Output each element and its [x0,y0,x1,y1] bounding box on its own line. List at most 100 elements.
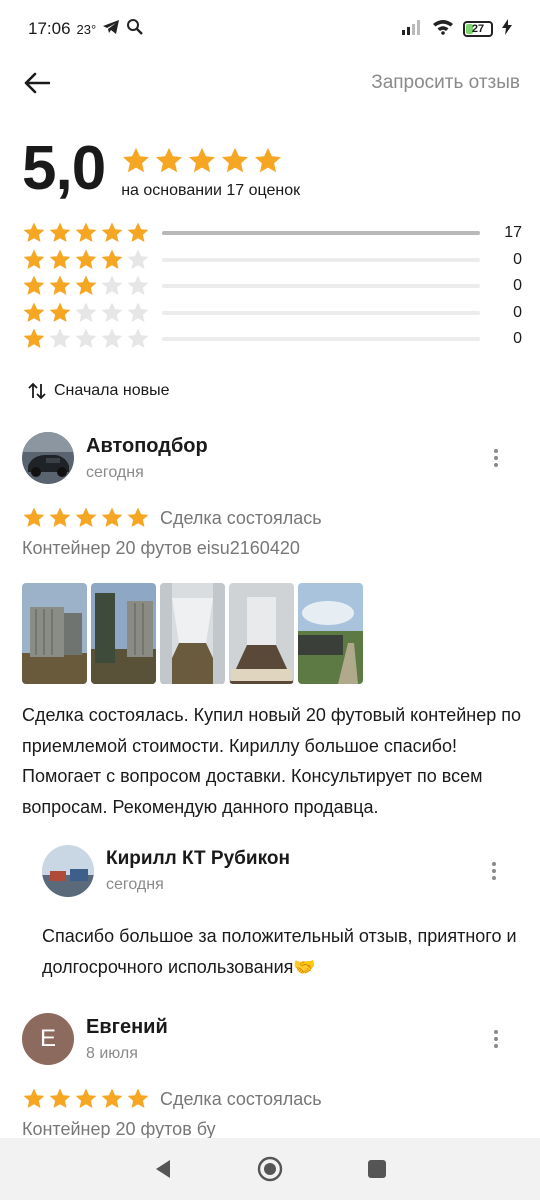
sort-arrows-icon [28,382,46,400]
review-card: Автоподбор сегодня Сделка состоялась Кон… [22,432,522,822]
review-photo[interactable] [22,583,87,684]
star-empty-icon [101,328,123,349]
header: Запросить отзыв [0,58,540,108]
battery-icon: 27 [463,21,493,37]
star-filled-icon [75,1088,97,1108]
average-rating: 5,0 [22,134,106,203]
review-photo[interactable] [229,583,294,684]
nav-home-button[interactable] [250,1149,290,1189]
review-text: Сделка состоялась. Купил новый 20 футовы… [22,705,521,817]
reviewer-name[interactable]: Автоподбор [86,435,208,458]
distribution-bar [162,231,480,236]
star-filled-icon [222,147,249,173]
star-filled-icon [123,147,150,173]
deal-status: Сделка состоялась [160,507,322,528]
star-filled-icon [23,1088,45,1108]
back-button[interactable] [20,66,54,100]
star-filled-icon [49,249,71,269]
distribution-bar [162,257,480,262]
star-filled-icon [23,275,45,296]
star-filled-icon [101,249,123,269]
star-empty-icon [75,302,97,322]
star-empty-icon [101,275,123,296]
reply-text: Спасибо большое за положительный отзыв, … [42,926,517,977]
distribution-row: 0 [22,247,522,274]
star-empty-icon [101,302,123,322]
distribution-row: 0 [22,300,522,327]
star-empty-icon [127,328,149,349]
distribution-bar [162,310,480,315]
star-filled-icon [49,222,71,243]
star-filled-icon [189,147,216,173]
star-filled-icon [23,222,45,243]
star-filled-icon [75,507,97,527]
distribution-row: 0 [22,326,522,353]
item-title[interactable]: Контейнер 20 футов eisu2160420 [22,538,522,559]
signal-icon [401,19,423,40]
star-filled-icon [101,1088,123,1108]
rating-summary: 5,0 на основании 17 оценок [22,138,300,200]
star-filled-icon [23,328,45,349]
triangle-back-icon [156,1160,171,1178]
reviewer-name[interactable]: Евгений [86,1016,168,1039]
star-filled-icon [49,275,71,296]
distribution-bar [162,337,480,342]
rating-distribution: 17 0 0 0 0 [22,220,522,353]
reply-author-name[interactable]: Кирилл КТ Рубикон [106,848,290,870]
distribution-count: 17 [504,224,522,242]
nav-back-button[interactable] [143,1149,183,1189]
star-filled-icon [255,147,282,173]
star-filled-icon [75,222,97,243]
star-filled-icon [127,1088,149,1108]
deal-status: Сделка состоялась [160,1088,322,1109]
star-filled-icon [127,507,149,527]
distribution-count: 0 [513,250,522,268]
star-filled-icon [101,507,123,527]
distribution-count: 0 [513,330,522,348]
star-filled-icon [156,147,183,173]
avatar[interactable]: Е [22,1013,74,1065]
star-filled-icon [127,222,149,243]
distribution-row: 17 [22,220,522,247]
distribution-bar [162,284,480,289]
status-temperature: 23° [76,21,97,37]
star-filled-icon [49,302,71,322]
status-bar: 17:06 23° 27 [0,0,540,58]
sort-button[interactable]: Сначала новые [28,382,169,400]
wifi-icon [432,18,454,40]
avatar[interactable] [42,845,94,897]
ratings-count-text: на основании 17 оценок [121,182,301,199]
star-filled-icon [101,222,123,243]
review-stars [22,506,150,530]
square-recents-icon [367,1160,386,1178]
seller-reply: Кирилл КТ Рубикон сегодня Спасибо большо… [42,845,522,982]
distribution-count: 0 [513,277,522,295]
arrow-left-icon [24,72,50,94]
reply-date: сегодня [106,876,164,893]
star-filled-icon [23,302,45,322]
review-photos [22,583,522,684]
review-photo[interactable] [160,583,225,684]
review-date: сегодня [86,463,144,481]
more-options-button[interactable] [484,443,508,473]
charging-icon [502,18,512,40]
star-empty-icon [127,275,149,296]
review-stars [22,1087,150,1111]
more-options-button[interactable] [484,1024,508,1054]
item-title[interactable]: Контейнер 20 футов бу [22,1119,522,1140]
nav-recents-button[interactable] [357,1149,397,1189]
star-filled-icon [49,507,71,527]
sort-label: Сначала новые [54,382,170,399]
review-date: 8 июля [86,1044,138,1062]
star-filled-icon [49,1088,71,1108]
star-empty-icon [75,328,97,349]
star-filled-icon [75,275,97,296]
request-review-button[interactable]: Запросить отзыв [371,72,520,94]
star-filled-icon [75,249,97,269]
avatar[interactable] [22,432,74,484]
review-photo[interactable] [91,583,156,684]
review-photo[interactable] [298,583,363,684]
more-options-button[interactable] [482,856,506,886]
summary-stars [121,146,300,176]
system-navigation-bar [0,1138,540,1200]
